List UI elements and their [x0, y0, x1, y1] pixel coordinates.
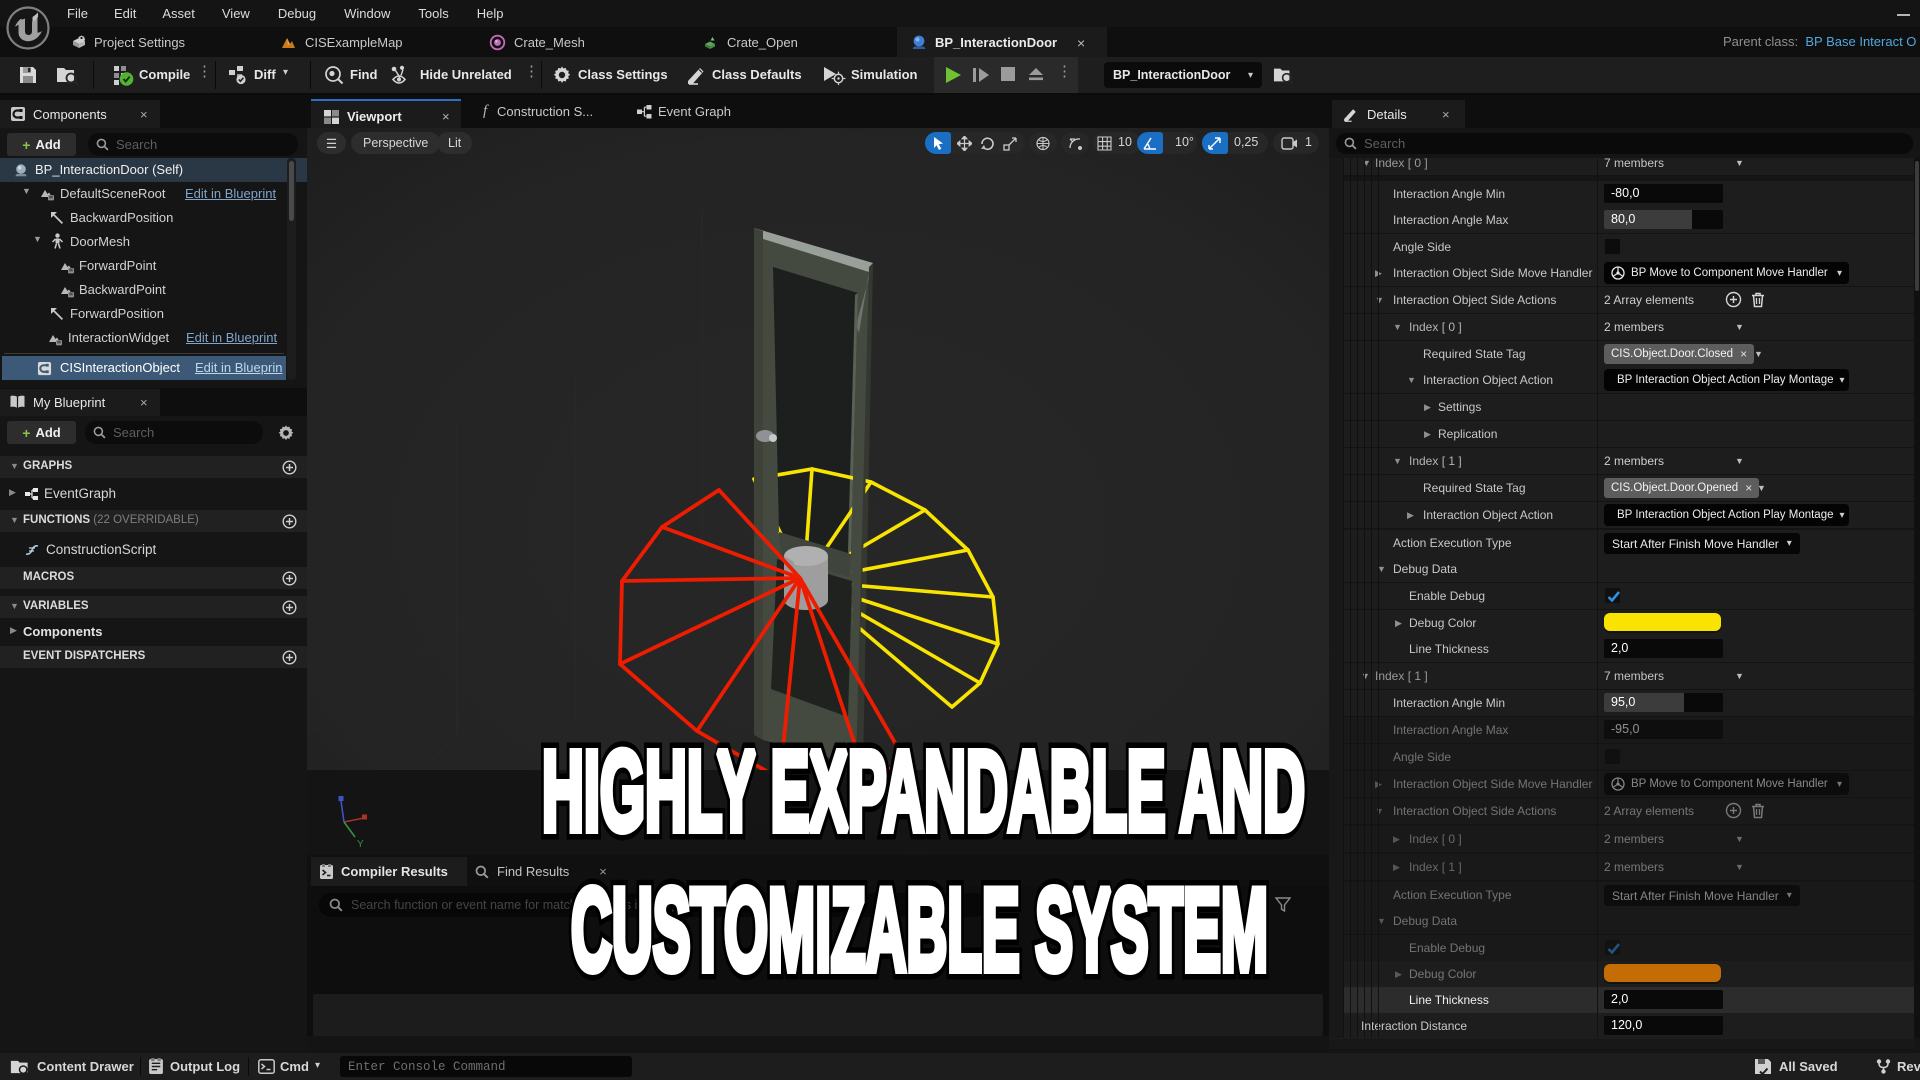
svg-text:Y: Y [357, 839, 364, 850]
